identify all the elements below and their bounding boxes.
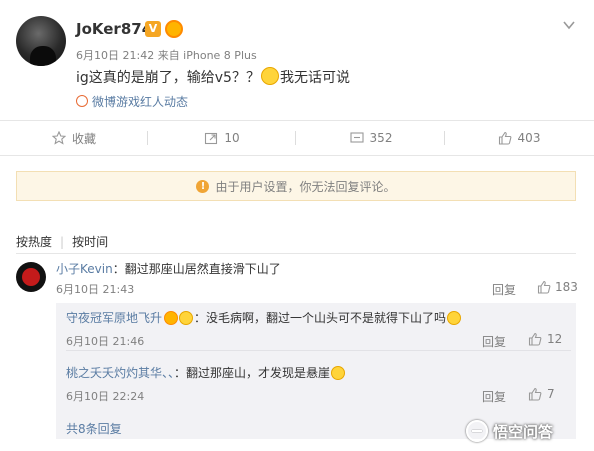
reply-body: ：翻过那座山，才发现是悬崖: [174, 366, 331, 380]
favorite-button[interactable]: 收藏: [0, 121, 148, 155]
post-text-part2: 我无话可说: [279, 70, 350, 86]
sort-by-time-tab[interactable]: 按时间: [72, 235, 108, 249]
repost-icon: [205, 132, 218, 145]
repost-button[interactable]: 10: [148, 121, 296, 155]
comment-text: 小子Kevin：翻过那座山居然直接滑下山了: [56, 260, 281, 277]
warning-icon: !: [196, 179, 210, 193]
author-avatar[interactable]: [16, 16, 66, 66]
reply-reply-button[interactable]: 回复: [482, 388, 506, 405]
reply-text: 桃之夭夭灼灼其华、、：翻过那座山，才发现是悬崖: [66, 364, 346, 381]
post-text-part1: ig这真的是崩了，输给v5？？: [76, 70, 260, 86]
divider: [16, 253, 576, 254]
like-button[interactable]: 403: [445, 121, 593, 155]
comment-sort-bar: 按热度 | 按时间: [16, 233, 116, 250]
grin-emoji-icon: [260, 67, 279, 85]
post-text: ig这真的是崩了，输给v5？？ 我无话可说: [76, 67, 350, 87]
watermark: 悟空问答: [466, 418, 590, 444]
chevron-down-icon[interactable]: [562, 18, 576, 32]
verified-badge-icon: V: [145, 21, 161, 37]
comment-button[interactable]: 352: [297, 121, 445, 155]
comment-count: 352: [369, 131, 393, 145]
reply-text: 守夜冠军原地飞升 ：没毛病啊，翻过一个山头可不是就得下山了吗: [66, 309, 462, 326]
medal-icon: [165, 20, 183, 38]
post-header: JoKer874 V 6月10日 21:42 来自 iPhone 8 Plus …: [0, 0, 594, 120]
author-username[interactable]: JoKer874: [76, 20, 152, 38]
reply-body: ：没毛病啊，翻过一个山头可不是就得下山了吗: [194, 311, 447, 325]
repost-count: 10: [224, 131, 240, 145]
comment-body: ：翻过那座山居然直接滑下山了: [112, 262, 281, 276]
cool-emoji-icon: [179, 311, 194, 325]
post-source-link[interactable]: 微博游戏红人动态: [76, 93, 188, 110]
reply-like-button[interactable]: 12: [528, 332, 562, 346]
thumbs-up-icon: [537, 280, 551, 294]
laugh-emoji-icon: [331, 366, 346, 380]
reply-like-count: 12: [547, 332, 563, 346]
thumbs-up-icon: [528, 387, 542, 401]
wukong-logo-icon: [466, 420, 488, 442]
medal-icon: [164, 311, 179, 325]
sort-by-hot-tab[interactable]: 按热度: [16, 235, 52, 249]
watermark-label: 悟空问答: [493, 422, 554, 441]
reply-like-count: 7: [547, 387, 555, 401]
reply-item: 守夜冠军原地飞升 ：没毛病啊，翻过一个山头可不是就得下山了吗 6月10日 21:4…: [66, 303, 571, 351]
comment-time: 6月10日 21:43: [56, 283, 135, 296]
reply-item: 桃之夭夭灼灼其华、、：翻过那座山，才发现是悬崖 6月10日 22:24 回复 7: [66, 358, 571, 406]
action-bar: 收藏 10 352 403: [0, 120, 594, 156]
comment-like-button[interactable]: 183: [537, 280, 578, 294]
comment-icon: [349, 132, 364, 143]
notice-text: 由于用户设置，你无法回复评论。: [215, 179, 396, 194]
star-icon: [51, 131, 66, 145]
reply-nick[interactable]: 桃之夭夭灼灼其华、、: [66, 366, 174, 380]
reply-reply-button[interactable]: 回复: [482, 333, 506, 350]
reply-nick[interactable]: 守夜冠军原地飞升: [66, 311, 162, 325]
divider: [66, 350, 571, 351]
thumbs-up-icon: [528, 332, 542, 346]
view-all-replies-link[interactable]: 共8条回复: [66, 420, 122, 437]
reply-like-button[interactable]: 7: [528, 387, 555, 401]
commenter-avatar[interactable]: [16, 262, 46, 292]
reply-restricted-notice: ! 由于用户设置，你无法回复评论。: [16, 171, 576, 201]
like-count: 403: [517, 131, 541, 145]
post-meta: 6月10日 21:42 来自 iPhone 8 Plus: [76, 49, 257, 62]
thumbs-up-icon: [498, 131, 511, 145]
smile-emoji-icon: [447, 311, 462, 325]
commenter-nick[interactable]: 小子Kevin: [56, 262, 113, 276]
reply-time: 6月10日 21:46: [66, 335, 145, 348]
favorite-label: 收藏: [71, 131, 96, 146]
weibo-source-icon: [76, 95, 88, 107]
post-source-label: 微博游戏红人动态: [92, 95, 189, 109]
comment-reply-button[interactable]: 回复: [492, 281, 516, 298]
comment-like-count: 183: [555, 280, 578, 294]
reply-time: 6月10日 22:24: [66, 390, 145, 403]
sort-divider: |: [60, 235, 65, 249]
divider: [295, 131, 296, 145]
